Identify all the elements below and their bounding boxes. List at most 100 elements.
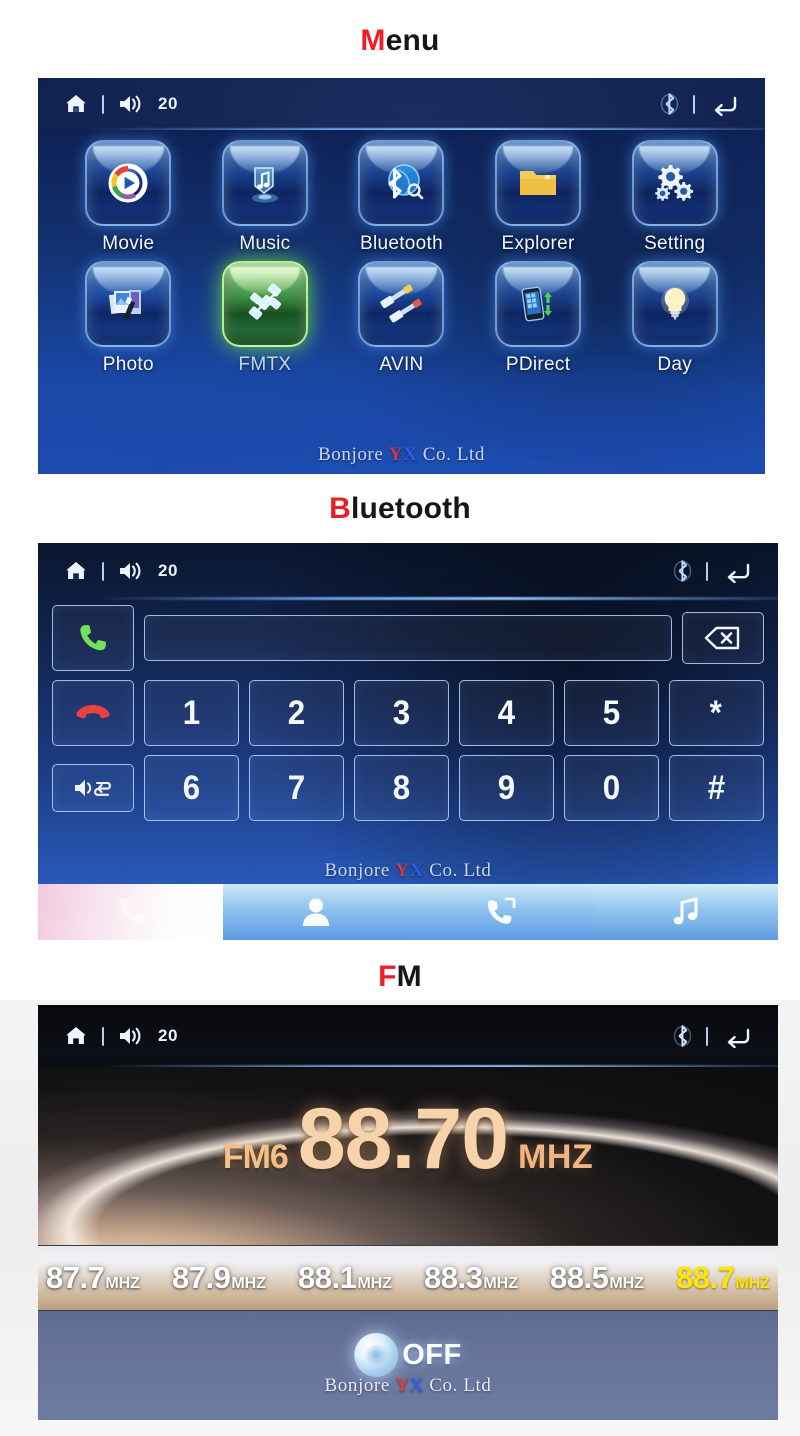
fm-preset-bar: 87.7 MHZ 87.9 MHZ 88.1 MHZ 88.3 MHZ 88.5 MHZ … <box>38 1245 778 1311</box>
status-separator-right <box>706 561 708 581</box>
watermark-prefix: Bonjore <box>324 860 396 881</box>
menu-tile-button[interactable] <box>221 261 308 347</box>
fm-frequency-row: FM6 88.70 MHZ <box>38 1091 778 1187</box>
menu-tile-label: Bluetooth <box>359 233 443 254</box>
menu-status-bar: 20 <box>38 78 765 131</box>
menu-tile-button[interactable] <box>85 261 172 347</box>
menu-tile-movie[interactable]: Movie <box>60 140 197 255</box>
key-4[interactable]: 4 <box>459 680 554 746</box>
key-3[interactable]: 3 <box>354 680 449 746</box>
fm-power-label: OFF <box>402 1338 462 1371</box>
bluetooth-icon[interactable] <box>673 1024 692 1048</box>
menu-tile-pdirect[interactable]: PDirect <box>470 261 607 376</box>
call-hangup-icon <box>75 700 111 726</box>
light-bulb-icon <box>649 278 701 330</box>
fm-preset-4[interactable]: 88.3 MHZ <box>422 1260 520 1296</box>
menu-tile-label: Music <box>239 233 291 254</box>
movie-play-icon <box>102 157 154 209</box>
tab-history[interactable] <box>408 884 593 940</box>
key-1[interactable]: 1 <box>144 680 239 746</box>
menu-tile-fmtx[interactable]: FMTX <box>197 261 334 376</box>
menu-tile-button[interactable] <box>358 261 445 347</box>
photo-icon <box>102 278 154 330</box>
menu-tile-photo[interactable]: Photo <box>60 261 197 376</box>
menu-tile-button[interactable] <box>631 261 718 347</box>
home-icon[interactable] <box>64 92 88 116</box>
page-root: Menu 20 Movie Music Bluetooth Explorer S… <box>0 0 800 1436</box>
section-caption-menu: Menu <box>0 26 800 56</box>
menu-tile-button[interactable] <box>358 140 445 226</box>
keypad-row-2: 6 7 8 9 0 # <box>144 755 764 821</box>
bluetooth-icon[interactable] <box>673 559 692 583</box>
backspace-button[interactable] <box>682 612 764 664</box>
backspace-icon <box>704 625 742 651</box>
menu-tile-button[interactable] <box>85 140 172 226</box>
back-arrow-icon[interactable] <box>709 92 739 116</box>
fm-preset-5[interactable]: 88.5 MHZ <box>548 1260 646 1296</box>
key-9[interactable]: 9 <box>459 755 554 821</box>
menu-tile-label: Explorer <box>501 233 575 254</box>
section-caption-fm: FM <box>0 962 800 992</box>
watermark-prefix: Bonjore <box>317 444 389 465</box>
watermark-fm: Bonjore YX Co. Ltd <box>38 1375 778 1397</box>
volume-icon[interactable] <box>118 93 144 115</box>
contact-person-icon <box>301 896 331 928</box>
key-2[interactable]: 2 <box>249 680 344 746</box>
volume-value: 20 <box>158 94 178 113</box>
fm-bottom-panel: OFF Bonjore YX Co. Ltd <box>38 1311 778 1420</box>
audio-transfer-button[interactable] <box>52 764 134 812</box>
volume-icon[interactable] <box>118 560 144 582</box>
back-arrow-icon[interactable] <box>722 559 752 583</box>
key-asterisk[interactable]: * <box>669 680 764 746</box>
menu-tile-button[interactable] <box>495 140 582 226</box>
key-6[interactable]: 6 <box>144 755 239 821</box>
gears-icon <box>649 157 701 209</box>
menu-tile-button[interactable] <box>631 140 718 226</box>
menu-tile-label: Day <box>657 354 693 375</box>
watermark-menu: Bonjore YX Co. Ltd <box>38 444 765 466</box>
phone-number-input[interactable] <box>144 615 672 661</box>
home-icon[interactable] <box>64 1024 88 1048</box>
volume-value: 20 <box>158 1026 178 1045</box>
folder-icon <box>512 157 564 209</box>
key-7[interactable]: 7 <box>249 755 344 821</box>
dialer-keys-row-1: 1 2 3 4 5 * <box>52 680 764 746</box>
fm-frequency-value: 88.70 <box>297 1091 509 1187</box>
menu-tile-label: AVIN <box>379 354 424 375</box>
fm-preset-6[interactable]: 88.7 MHZ <box>674 1260 772 1296</box>
menu-tile-label: FMTX <box>238 354 292 375</box>
key-hash[interactable]: # <box>669 755 764 821</box>
key-5[interactable]: 5 <box>564 680 659 746</box>
dialer-input-row <box>52 605 764 671</box>
menu-body: Movie Music Bluetooth Explorer Setting P… <box>38 130 765 474</box>
watermark-x: X <box>409 1375 424 1396</box>
menu-tile-day[interactable]: Day <box>606 261 743 376</box>
bluetooth-icon[interactable] <box>660 92 679 116</box>
call-answer-button[interactable] <box>52 605 134 671</box>
tab-dialer[interactable] <box>38 884 223 940</box>
menu-tile-explorer[interactable]: Explorer <box>470 140 607 255</box>
caption-rest: luetooth <box>350 492 471 525</box>
menu-tile-button[interactable] <box>221 140 308 226</box>
menu-tile-button[interactable] <box>495 261 582 347</box>
call-hangup-button[interactable] <box>52 680 134 746</box>
tab-contacts[interactable] <box>223 884 408 940</box>
menu-tile-avin[interactable]: AVIN <box>333 261 470 376</box>
menu-tile-setting[interactable]: Setting <box>606 140 743 255</box>
menu-tile-music[interactable]: Music <box>197 140 334 255</box>
caption-highlight: B <box>329 492 351 525</box>
home-icon[interactable] <box>64 559 88 583</box>
fm-preset-2[interactable]: 87.9 MHZ <box>170 1260 268 1296</box>
key-8[interactable]: 8 <box>354 755 449 821</box>
fm-preset-1[interactable]: 87.7 MHZ <box>44 1260 142 1296</box>
status-separator-left <box>102 94 104 114</box>
volume-icon[interactable] <box>118 1025 144 1047</box>
menu-tile-bluetooth[interactable]: Bluetooth <box>333 140 470 255</box>
bluetooth-icon <box>375 157 427 209</box>
key-0[interactable]: 0 <box>564 755 659 821</box>
watermark-suffix: Co. Ltd <box>423 1375 492 1396</box>
fm-power-toggle[interactable]: OFF <box>354 1333 462 1377</box>
back-arrow-icon[interactable] <box>722 1024 752 1048</box>
tab-music[interactable] <box>593 884 778 940</box>
fm-preset-3[interactable]: 88.1 MHZ <box>296 1260 394 1296</box>
